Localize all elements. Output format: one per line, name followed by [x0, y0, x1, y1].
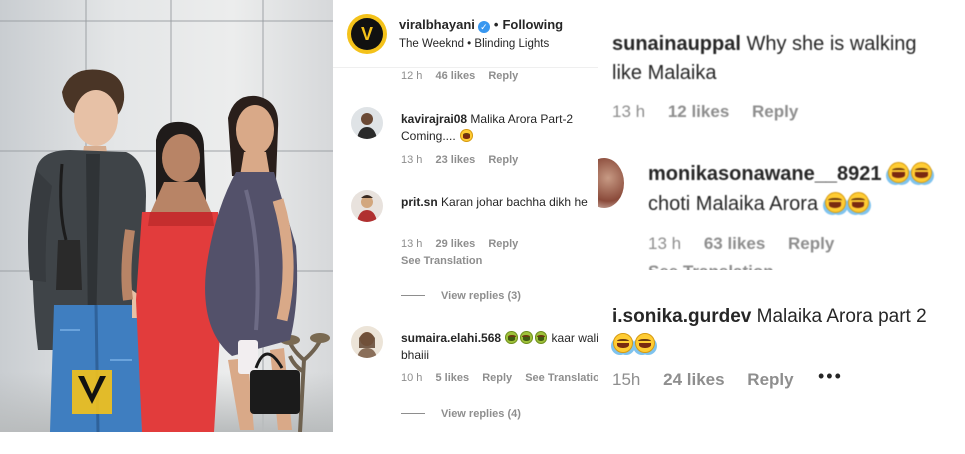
view-replies-button[interactable]: View replies (4)	[401, 408, 521, 420]
comment-text: sumaira.elahi.568 kaar wali bhaiii	[401, 330, 598, 364]
laughing-tears-emoji-icon	[888, 162, 910, 183]
timestamp: 12 h	[401, 70, 423, 82]
likes-count[interactable]: 63 likes	[704, 234, 765, 253]
comment-meta: 15h 24 likes Reply	[612, 370, 812, 390]
reply-button[interactable]: Reply	[488, 154, 518, 166]
timestamp: 10 h	[401, 372, 423, 384]
avatar[interactable]	[598, 158, 624, 208]
zoomed-comment-text-line2: choti Malaika Arora	[648, 190, 870, 219]
zoomed-comments: sunainauppal Why she is walking like Mal…	[598, 0, 965, 454]
comment-item: sumaira.elahi.568 kaar wali bhaiii 10 h …	[351, 326, 598, 396]
avatar[interactable]	[351, 326, 383, 358]
comment-body: Karan johar bachha dikh he	[441, 195, 588, 209]
comment-text: kavirajrai08 Malika Arora Part-2 Coming.…	[401, 111, 598, 145]
handbag-icon	[250, 370, 300, 414]
laughing-tears-emoji-icon	[634, 332, 655, 353]
brand-logo-icon: V	[351, 18, 383, 50]
reply-button[interactable]: Reply	[488, 238, 518, 250]
likes-count[interactable]: 5 likes	[435, 372, 469, 384]
following-button[interactable]: Following	[502, 17, 563, 32]
comment-body: choti Malaika Arora	[648, 193, 819, 215]
comment-username[interactable]: monikasonawane__8921	[648, 163, 881, 185]
comment-username[interactable]: sumaira.elahi.568	[401, 331, 501, 345]
comment-item: kavirajrai08 Malika Arora Part-2 Coming.…	[351, 107, 598, 177]
vomit-emoji-icon	[505, 331, 518, 344]
view-replies-label: View replies (3)	[441, 290, 521, 302]
timestamp: 13 h	[401, 238, 423, 250]
view-replies-button[interactable]: View replies (3)	[401, 290, 521, 302]
comment-meta: 13 h 63 likes Reply	[648, 234, 852, 254]
reply-divider	[401, 413, 425, 414]
timestamp: 13 h	[648, 234, 682, 253]
audio-track[interactable]: The Weeknd • Blinding Lights	[399, 38, 549, 50]
phone-icon	[238, 340, 258, 374]
comment-username[interactable]: prit.sn	[401, 195, 438, 209]
vomit-emoji-icon	[520, 331, 533, 344]
reply-button[interactable]: Reply	[482, 372, 512, 384]
see-translation-link[interactable]: See Translatio	[525, 372, 598, 384]
comment-panel: V viralbhayani ✓ • Following The Weeknd • B…	[333, 0, 598, 432]
comment-body: Malaika Arora part 2	[756, 306, 927, 327]
avatar[interactable]	[351, 190, 383, 222]
timestamp: 15h	[612, 370, 641, 389]
post-photo[interactable]	[0, 0, 333, 432]
reply-button[interactable]: Reply	[752, 102, 798, 121]
reply-button[interactable]: Reply	[747, 370, 793, 389]
comment-text: prit.sn Karan johar bachha dikh he	[401, 194, 598, 211]
comment-username[interactable]: i.sonika.gurdev	[612, 306, 751, 327]
comment-body: Why she is walking	[746, 33, 917, 55]
verified-icon: ✓	[477, 21, 490, 33]
emoji-row	[612, 330, 656, 359]
laughing-tears-emoji-icon	[911, 162, 933, 183]
cut-off-row: See Translation	[648, 262, 808, 270]
zoomed-comment-text: monikasonawane__8921	[648, 160, 933, 189]
header-user-line: viralbhayani ✓ • Following	[399, 17, 563, 33]
likes-count[interactable]: 29 likes	[435, 238, 475, 250]
timestamp: 13 h	[612, 102, 646, 121]
comment-username[interactable]: sunainauppal	[612, 33, 741, 55]
comment-meta: 13 h 29 likes Reply	[401, 238, 528, 250]
comment-username[interactable]: kavirajrai08	[401, 112, 467, 126]
post-header: V viralbhayani ✓ • Following The Weeknd • B…	[333, 0, 598, 68]
see-translation-link[interactable]: See Translation	[401, 255, 482, 267]
view-replies-label: View replies (4)	[441, 408, 521, 420]
comment-meta: 13 h 12 likes Reply	[612, 102, 816, 122]
comment-meta: 13 h 23 likes Reply	[401, 154, 528, 166]
more-options-icon[interactable]: •••	[818, 366, 843, 387]
likes-count[interactable]: 46 likes	[435, 70, 475, 82]
see-translation-link[interactable]: See Translation	[648, 262, 774, 270]
likes-count[interactable]: 24 likes	[663, 370, 724, 389]
person-right	[205, 95, 300, 430]
people-illustration	[28, 69, 330, 432]
dot-separator: •	[493, 17, 499, 32]
username[interactable]: viralbhayani	[399, 17, 475, 32]
zoomed-comment-text: i.sonika.gurdev Malaika Arora part 2	[612, 302, 927, 331]
timestamp: 13 h	[401, 154, 423, 166]
likes-count[interactable]: 12 likes	[668, 102, 729, 121]
reply-button[interactable]: Reply	[788, 234, 834, 253]
comment-meta: 10 h 5 likes Reply See Translatio	[401, 372, 598, 384]
laughing-tears-emoji-icon	[847, 192, 869, 213]
laughing-tears-emoji-icon	[824, 192, 846, 213]
avatar[interactable]	[351, 107, 383, 139]
vomit-emoji-icon	[534, 331, 548, 344]
zoomed-comment-text-line2: like Malaika	[612, 62, 717, 84]
avatar[interactable]: V	[347, 14, 387, 54]
comment-meta: 12 h 46 likes Reply	[401, 70, 528, 82]
reply-button[interactable]: Reply	[488, 70, 518, 82]
reply-divider	[401, 295, 425, 296]
laughing-tears-emoji-icon	[613, 332, 633, 353]
laughing-emoji-icon	[460, 129, 473, 142]
zoomed-comment-text: sunainauppal Why she is walking	[612, 30, 917, 59]
likes-count[interactable]: 23 likes	[435, 154, 475, 166]
